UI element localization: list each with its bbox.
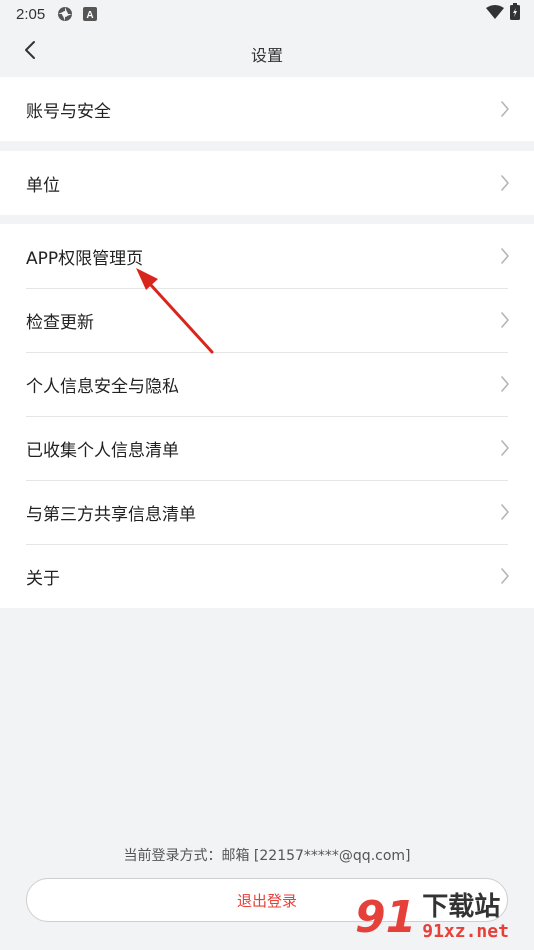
status-bar: 2:05 A xyxy=(0,0,534,28)
setting-item-check-update[interactable]: 检查更新 xyxy=(0,288,534,352)
status-time: 2:05 xyxy=(16,5,46,23)
status-right-group xyxy=(486,3,520,25)
settings-group-account: 账号与安全 xyxy=(0,77,534,141)
setting-item-account-security[interactable]: 账号与安全 xyxy=(0,77,534,141)
setting-item-privacy[interactable]: 个人信息安全与隐私 xyxy=(0,352,534,416)
login-method-text: 当前登录方式：邮箱 [22157*****@qq.com] xyxy=(123,848,411,864)
nav-bar: 设置 xyxy=(0,28,534,76)
chevron-right-icon xyxy=(500,568,510,584)
a-badge-icon: A xyxy=(83,7,98,21)
chevron-right-icon xyxy=(500,312,510,328)
setting-item-collected-info[interactable]: 已收集个人信息清单 xyxy=(0,416,534,480)
chevron-right-icon xyxy=(500,376,510,392)
chevron-right-icon xyxy=(500,101,510,117)
setting-item-app-permissions[interactable]: APP权限管理页 xyxy=(0,224,534,288)
wifi-icon xyxy=(486,4,504,24)
chevron-right-icon xyxy=(500,248,510,264)
settings-group-main: APP权限管理页 检查更新 个人信息安全与隐私 已收集个人信息清单 与第三方共享… xyxy=(0,224,534,608)
chevron-right-icon xyxy=(500,440,510,456)
setting-item-third-party-sharing[interactable]: 与第三方共享信息清单 xyxy=(0,480,534,544)
settings-group-unit: 单位 xyxy=(0,151,534,215)
setting-item-label: 个人信息安全与隐私 xyxy=(26,376,179,397)
logout-button[interactable]: 退出登录 xyxy=(26,878,508,922)
setting-item-label: 账号与安全 xyxy=(26,101,111,122)
setting-item-about[interactable]: 关于 xyxy=(0,544,534,608)
setting-item-label: 单位 xyxy=(26,175,60,196)
chevron-right-icon xyxy=(500,175,510,191)
spinner-icon xyxy=(57,6,73,22)
setting-item-label: 已收集个人信息清单 xyxy=(26,440,179,461)
setting-item-unit[interactable]: 单位 xyxy=(0,151,534,215)
setting-item-label: 与第三方共享信息清单 xyxy=(26,504,196,525)
setting-item-label: APP权限管理页 xyxy=(26,248,144,269)
watermark-url: 91xz.net xyxy=(422,920,509,942)
battery-icon xyxy=(510,3,520,25)
setting-item-label: 关于 xyxy=(26,568,60,589)
page-title: 设置 xyxy=(250,46,283,65)
chevron-right-icon xyxy=(500,504,510,520)
svg-text:A: A xyxy=(87,10,94,21)
setting-item-label: 检查更新 xyxy=(26,312,94,333)
